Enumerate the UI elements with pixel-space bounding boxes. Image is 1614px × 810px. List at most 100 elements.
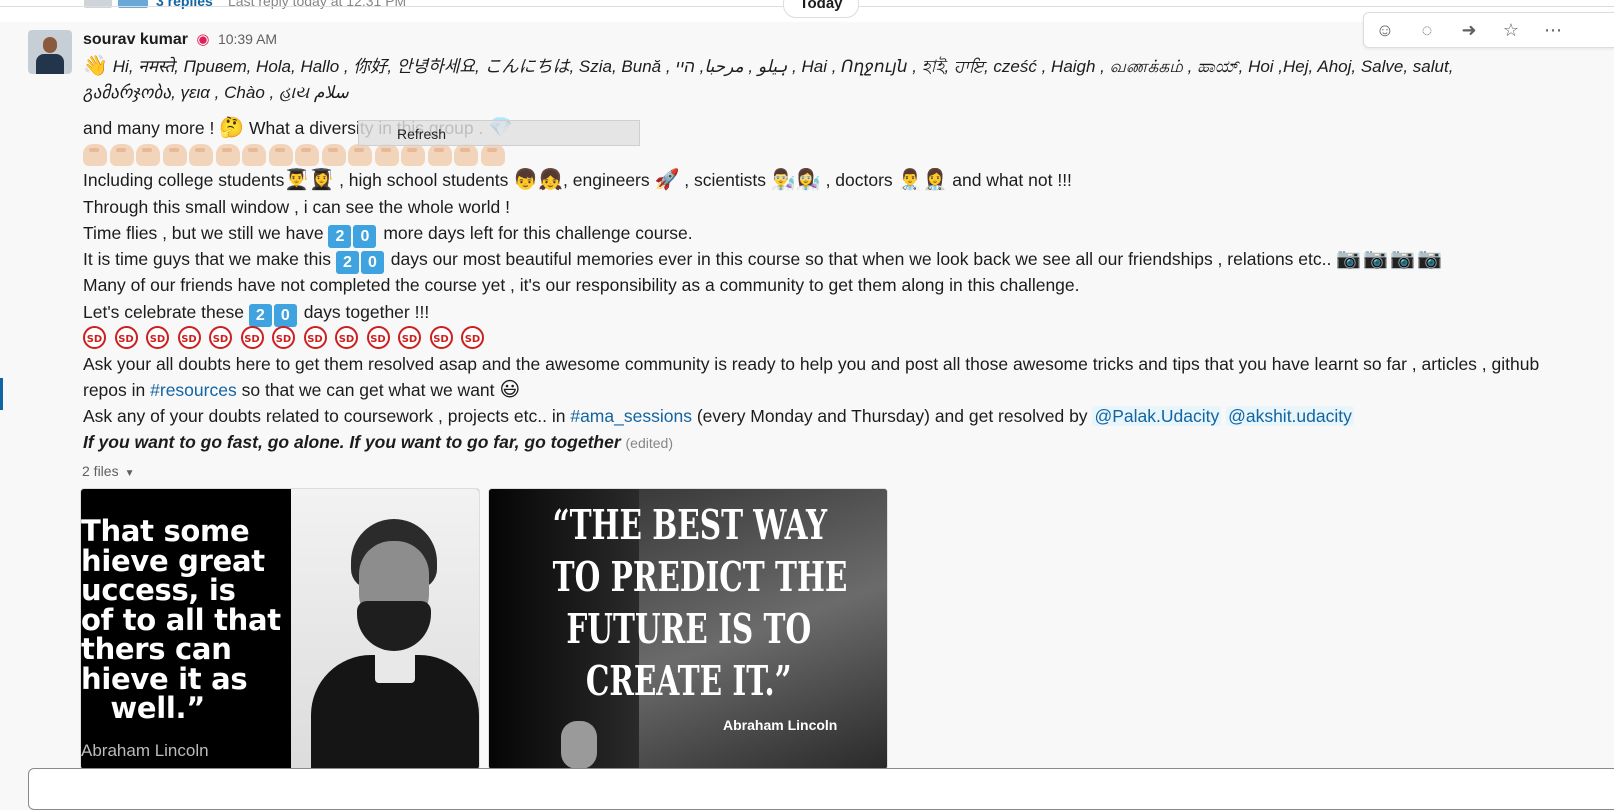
clap-icon — [83, 144, 107, 166]
clap-icon — [321, 144, 346, 166]
mention-palak[interactable]: @Palak.Udacity — [1092, 406, 1222, 426]
celebrate-line: Let's celebrate these 20 days together !… — [83, 300, 429, 327]
camera-icon: 📷 — [1416, 248, 1442, 270]
repos-line: repos in #resources so that we can get w… — [83, 378, 520, 402]
caret-down-icon: ▼ — [124, 468, 135, 479]
camera-icon: 📷 — [1363, 248, 1389, 270]
portrait-collar — [375, 649, 415, 683]
message-header: sourav kumar ◉ 10:39 AM — [83, 30, 277, 52]
files-count-label: 2 files — [82, 463, 119, 479]
reply-thread-icon[interactable]: ◌ — [1406, 13, 1448, 47]
clap-icon — [162, 144, 187, 166]
message-actions-toolbar: ☺ ◌ ➜ ☆ ⋯ — [1363, 12, 1614, 48]
add-reaction-icon[interactable]: ☺ — [1364, 13, 1406, 47]
sd-badge-icon: SD — [303, 326, 327, 349]
image2-quote: “THE BEST WAY TO PREDICT THE FUTURE IS T… — [552, 501, 848, 705]
friends-line: Many of our friends have not completed t… — [83, 275, 1080, 295]
keycap-2-icon: 2 — [335, 251, 359, 274]
sd-badge-icon: SD — [366, 326, 390, 349]
mention-akshit[interactable]: @akshit.udacity — [1226, 406, 1354, 426]
sidebar-edge-accent — [0, 378, 3, 410]
clap-icon — [215, 144, 240, 166]
quote-line: If you want to go fast, go alone. If you… — [83, 430, 673, 455]
image-attachment-1[interactable]: That some hieve great uccess, is of to a… — [80, 488, 480, 770]
celebrate-text-a: Let's celebrate these — [83, 302, 244, 322]
red-status-icon: ◉ — [196, 31, 210, 48]
clap-icon — [480, 144, 505, 166]
including-text-a: Including college students — [83, 170, 285, 190]
keycap-0-icon: 0 — [353, 225, 377, 248]
memories-text-a: It is time guys that we make this — [83, 249, 332, 269]
refresh-tooltip[interactable]: Refresh — [358, 120, 640, 146]
share-icon[interactable]: ➜ — [1448, 13, 1490, 47]
window-line: Through this small window , i can see th… — [83, 197, 511, 217]
clap-icon — [374, 144, 399, 166]
including-text-c: , engineers — [563, 170, 650, 190]
sd-badge-icon: SD — [335, 326, 358, 349]
portrait-beard — [357, 601, 431, 651]
sender-name[interactable]: sourav kumar — [83, 31, 188, 48]
clap-icon — [401, 144, 425, 166]
message-composer-input[interactable] — [28, 768, 1614, 810]
files-toggle[interactable]: 2 files ▼ — [82, 463, 134, 479]
memories-text-b: days our most beautiful memories ever in… — [390, 249, 1332, 269]
time-flies-line: Time flies , but we still we have 20 mor… — [83, 221, 693, 248]
sd-badge-icon: SD — [114, 326, 138, 349]
clap-icon — [109, 144, 134, 166]
wave-icon: 👋 — [83, 55, 108, 77]
clap-icon — [427, 144, 452, 166]
camera-icon: 📷 — [1390, 248, 1415, 270]
greeting-text: Hi, नमस्ते, Привет, Hola, Hallo , 你好, 안녕… — [112, 57, 1454, 76]
sd-badge-icon: SD — [209, 326, 232, 349]
time-text-a: Time flies , but we still we have — [83, 223, 324, 243]
diversity-text-a: and many more ! — [83, 118, 215, 138]
sd-badge-icon: SD — [146, 326, 169, 349]
avatar[interactable] — [28, 30, 72, 74]
keycap-2-icon: 2 — [328, 225, 352, 248]
channel-link-resources[interactable]: #resources — [150, 380, 237, 400]
sd-badge-icon: SD — [398, 326, 421, 349]
avatar-body — [36, 54, 64, 74]
clap-icon — [242, 144, 266, 166]
date-divider[interactable]: Today — [783, 0, 859, 18]
sd-badge-icon: SD — [461, 326, 484, 349]
image1-quote: That some hieve great uccess, is of to a… — [81, 514, 281, 725]
thread-replies-link[interactable]: 3 replies — [156, 0, 213, 9]
repos-text-a: repos in — [83, 380, 146, 400]
lincoln-portrait — [291, 489, 479, 769]
repos-text-b: so that we can get what we want — [241, 380, 495, 400]
image2-author: Abraham Lincoln — [723, 717, 838, 733]
clap-icon — [295, 144, 319, 166]
smiley-icon: 😃 — [499, 379, 521, 401]
camera-emoji-row: 📷 📷 📷 📷 — [1336, 248, 1444, 270]
sd-badge-icon: SD — [272, 326, 295, 349]
thread-last-reply: Last reply today at 12:31 PM — [228, 0, 407, 9]
more-icon[interactable]: ⋯ — [1532, 13, 1574, 47]
quote-text: If you want to go fast, go alone. If you… — [83, 432, 621, 452]
celebrate-text-b: days together !!! — [303, 302, 430, 322]
ask-doubts-line: Ask your all doubts here to get them res… — [83, 354, 1540, 374]
channel-link-ama-sessions[interactable]: #ama_sessions — [570, 406, 692, 426]
greeting-line-2: გამარჯობა, γεια , Chào , હાય سلام — [83, 80, 349, 105]
memories-line: It is time guys that we make this 20 day… — [83, 247, 1444, 274]
message-timestamp[interactable]: 10:39 AM — [218, 31, 277, 47]
camera-icon: 📷 — [1336, 248, 1362, 270]
clap-icon — [268, 144, 293, 166]
keycap-0-icon: 0 — [360, 251, 384, 274]
doctor-icon: 👨‍⚕️👩‍⚕️ — [897, 169, 948, 191]
image-attachment-2[interactable]: “THE BEST WAY TO PREDICT THE FUTURE IS T… — [488, 488, 888, 770]
scientist-icon: 👨‍🔬👩‍🔬 — [770, 169, 821, 191]
ama-line: Ask any of your doubts related to course… — [83, 404, 1354, 428]
boy-girl-icon: 👦👧 — [513, 169, 564, 191]
clap-icon — [136, 144, 160, 166]
including-text-e: , doctors — [825, 170, 893, 190]
star-icon[interactable]: ☆ — [1490, 13, 1532, 47]
including-text-f: and what not !!! — [952, 170, 1072, 190]
ama-text-a: Ask any of your doubts related to course… — [83, 406, 566, 426]
keycap-2-icon: 2 — [248, 304, 272, 327]
rocket-icon: 🚀 — [654, 169, 680, 191]
including-text-d: , scientists — [684, 170, 766, 190]
student-icon: 👨‍🎓👩‍🎓 — [284, 169, 335, 191]
clap-icon — [348, 144, 372, 166]
sd-emoji-row: SD SD SD SD SD SD SD SD SD SD SD SD SD — [83, 326, 493, 349]
